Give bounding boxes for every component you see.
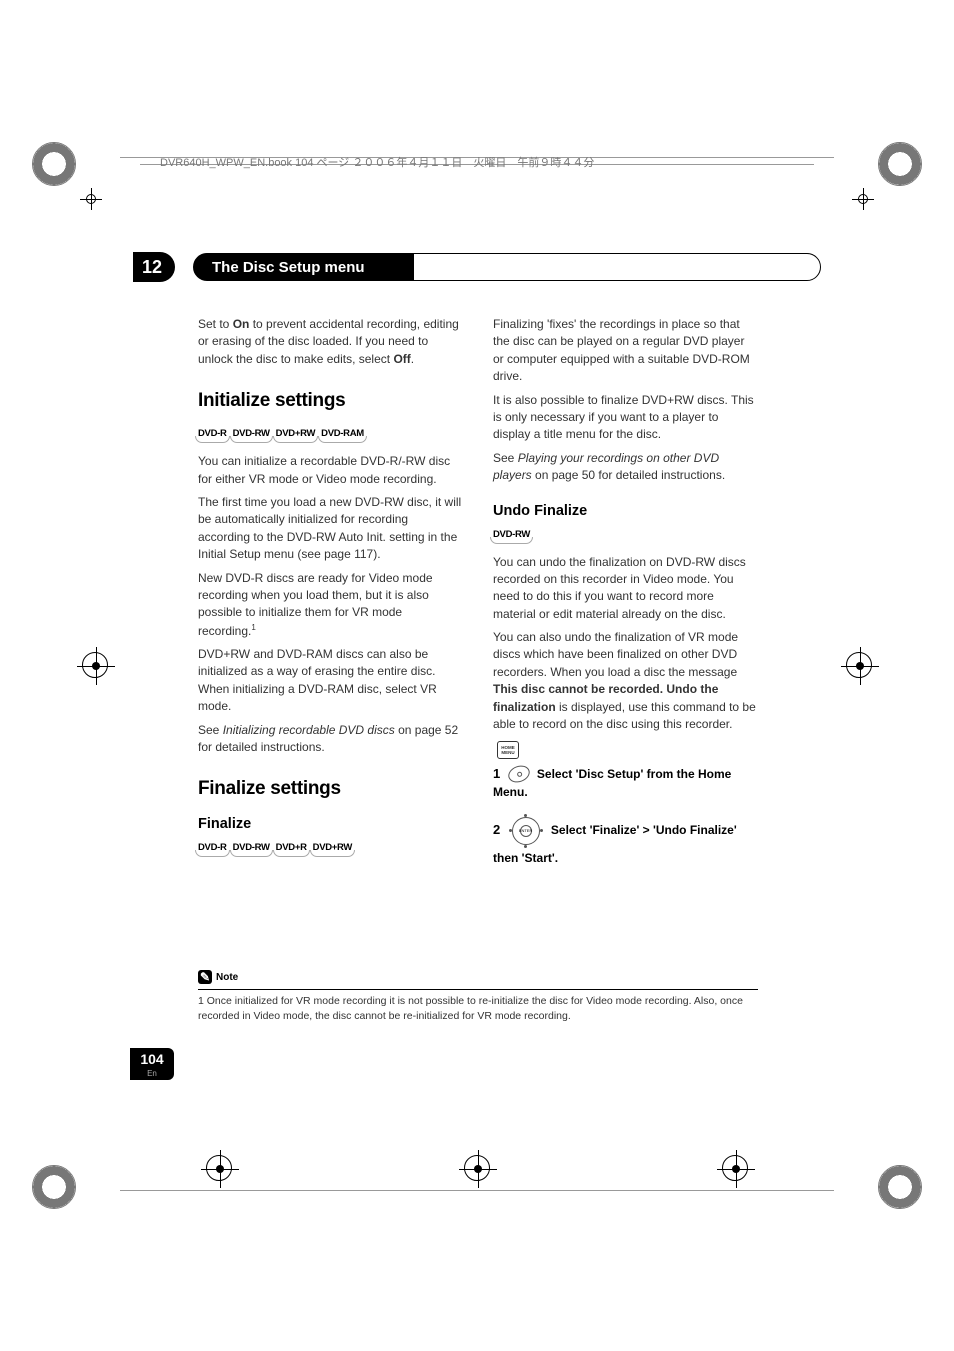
registration-mark: [722, 1155, 748, 1181]
paragraph: You can initialize a recordable DVD-R/-R…: [198, 453, 463, 488]
file-header-text: DVR640H_WPW_EN.book 104 ページ ２００６年４月１１日 火…: [160, 154, 594, 170]
paragraph: Set to On to prevent accidental recordin…: [198, 316, 463, 368]
nav-enter-icon: ENTER: [508, 813, 544, 849]
subheading-finalize: Finalize: [198, 816, 463, 832]
step-number: 2: [493, 822, 500, 837]
subheading-undo-finalize: Undo Finalize: [493, 503, 758, 519]
paragraph: See Playing your recordings on other DVD…: [493, 450, 758, 485]
disc-tag: DVD+RW: [313, 842, 352, 855]
footnote-ref: 1: [251, 623, 255, 632]
text: Set to: [198, 317, 233, 331]
note-icon: ✎: [198, 970, 212, 984]
text: You can also undo the finalization of VR…: [493, 630, 738, 679]
disc-tag: DVD-R: [198, 428, 227, 441]
disc-tag: DVD+RW: [276, 428, 315, 441]
registration-mark: [852, 188, 874, 210]
print-mark-corner: [878, 142, 922, 186]
text: New DVD-R discs are ready for Video mode…: [198, 571, 433, 638]
text: .: [411, 352, 414, 366]
registration-mark: [80, 188, 102, 210]
registration-mark: [464, 1155, 490, 1181]
paragraph: You can also undo the finalization of VR…: [493, 629, 758, 733]
chapter-title-text: The Disc Setup menu: [212, 259, 365, 276]
home-menu-button-icon: [497, 741, 519, 759]
disc-tag: DVD-RW: [233, 428, 270, 441]
disc-tag: DVD+R: [276, 842, 307, 855]
right-column: Finalizing 'fixes' the recordings in pla…: [493, 316, 758, 879]
text-bold: On: [233, 317, 250, 331]
paragraph: It is also possible to finalize DVD+RW d…: [493, 392, 758, 444]
paragraph: You can undo the finalization on DVD-RW …: [493, 554, 758, 624]
disc-type-tags: DVD-RW: [493, 529, 758, 542]
nav-center-label: ENTER: [520, 825, 532, 837]
paragraph: DVD+RW and DVD-RAM discs can also be ini…: [198, 646, 463, 716]
print-mark-corner: [32, 1165, 76, 1209]
paragraph: Finalizing 'fixes' the recordings in pla…: [493, 316, 758, 386]
footnote-rule: [198, 989, 758, 990]
chapter-title-box: The Disc Setup menu: [193, 253, 821, 281]
paragraph: See Initializing recordable DVD discs on…: [198, 722, 463, 757]
step-number: 1: [493, 766, 500, 781]
text-italic: Initializing recordable DVD discs: [223, 723, 395, 737]
text-bold: Off: [393, 352, 410, 366]
chapter-header: 12 The Disc Setup menu: [133, 252, 821, 282]
page-number: 104: [140, 1051, 163, 1067]
step-2: 2 ENTER Select 'Finalize' > 'Undo Finali…: [493, 813, 758, 867]
disc-tag: DVD-RAM: [321, 428, 364, 441]
registration-mark: [206, 1155, 232, 1181]
registration-mark: [82, 652, 108, 678]
disc-tag: DVD-RW: [493, 529, 530, 542]
print-mark-corner: [878, 1165, 922, 1209]
registration-mark: [846, 652, 872, 678]
footnote-section: ✎ Note 1 Once initialized for VR mode re…: [198, 968, 758, 1023]
page-language: En: [147, 1069, 157, 1078]
footnote-text: 1 Once initialized for VR mode recording…: [198, 994, 758, 1023]
heading-initialize-settings: Initialize settings: [198, 390, 463, 412]
text: See: [198, 723, 223, 737]
note-badge: ✎ Note: [198, 970, 238, 984]
print-mark-corner: [32, 142, 76, 186]
text: See: [493, 451, 518, 465]
chapter-number: 12: [133, 252, 175, 282]
disc-icon: [506, 763, 532, 786]
left-column: Set to On to prevent accidental recordin…: [198, 316, 463, 879]
disc-tag: DVD-RW: [233, 842, 270, 855]
page-number-badge: 104 En: [130, 1048, 174, 1080]
disc-tag: DVD-R: [198, 842, 227, 855]
disc-type-tags: DVD-R DVD-RW DVD+RW DVD-RAM: [198, 428, 463, 441]
footer-rule: [120, 1190, 834, 1191]
note-label: Note: [216, 972, 238, 983]
heading-finalize-settings: Finalize settings: [198, 778, 463, 800]
text: on page 50 for detailed instructions.: [532, 468, 725, 482]
paragraph: The first time you load a new DVD-RW dis…: [198, 494, 463, 564]
disc-type-tags: DVD-R DVD-RW DVD+R DVD+RW: [198, 842, 463, 855]
step-1: 1 Select 'Disc Setup' from the Home Menu…: [493, 764, 758, 802]
paragraph: New DVD-R discs are ready for Video mode…: [198, 570, 463, 641]
